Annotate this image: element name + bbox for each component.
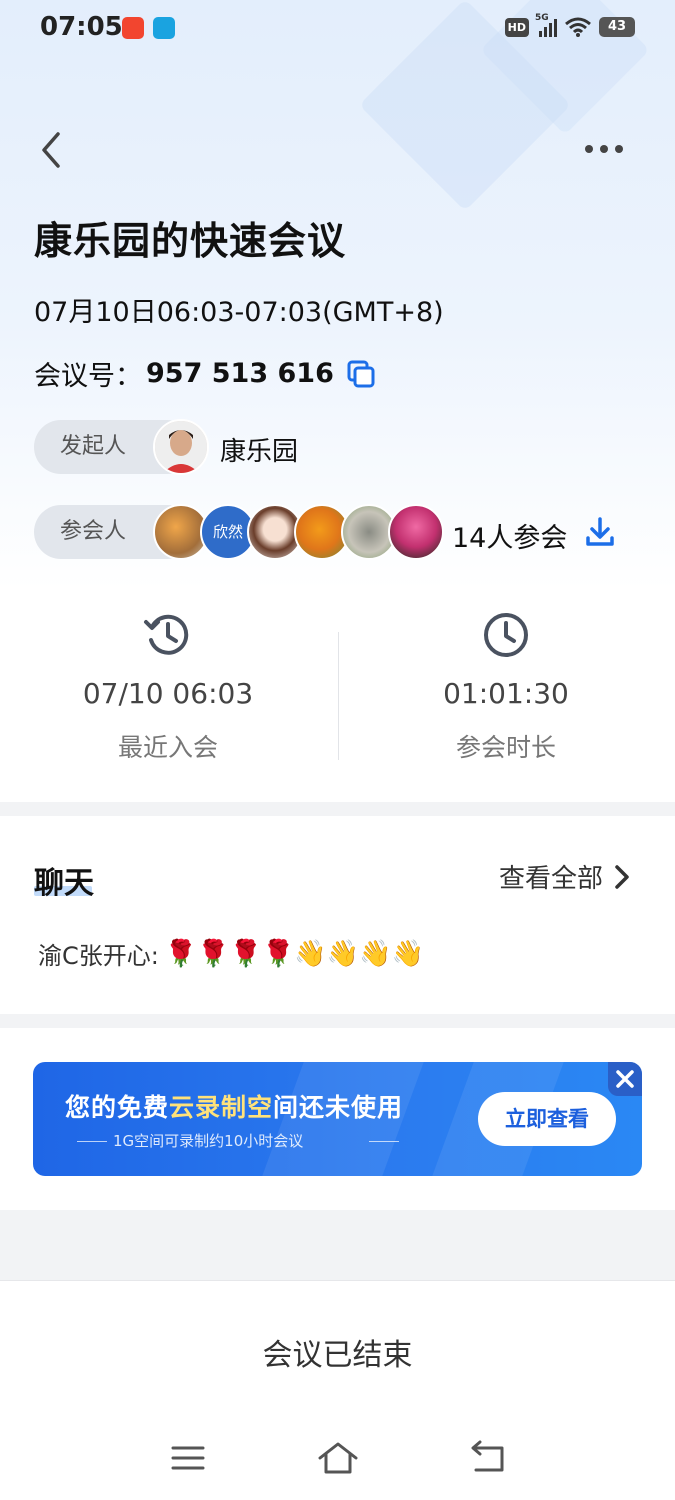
banner-close-button[interactable]: [608, 1062, 642, 1096]
history-clock-icon: [144, 614, 189, 655]
chevron-left-icon[interactable]: [34, 128, 74, 172]
status-time: 07:05: [40, 12, 123, 42]
meeting-ended-text: 会议已结束: [262, 1338, 413, 1373]
cloud-recording-banner[interactable]: 您的免费云录制空间还未使用 1G空间可录制约10小时会议 立即查看: [33, 1062, 642, 1176]
copy-icon[interactable]: [346, 359, 376, 389]
network-label: 5G: [535, 13, 549, 23]
meeting-id-row: 会议号： 957 513 616: [34, 354, 376, 393]
last-join-label: 最近入会: [117, 733, 218, 762]
divider: [0, 802, 675, 816]
avatar: [388, 504, 444, 560]
battery-icon: 43: [599, 17, 635, 37]
download-icon[interactable]: [584, 516, 616, 548]
wifi-icon: [565, 17, 591, 37]
banner-subtitle: 1G空间可录制约10小时会议: [113, 1132, 304, 1150]
divider: [0, 1210, 675, 1280]
system-nav-bar: [0, 1430, 675, 1490]
duration-value: 01:01:30: [443, 677, 569, 710]
avatar[interactable]: [153, 419, 209, 475]
chat-content: 🌹🌹🌹🌹👋👋👋👋: [164, 938, 424, 969]
chat-title: 聊天: [34, 866, 94, 901]
menu-icon[interactable]: [170, 1440, 206, 1476]
host-label: 发起人: [60, 434, 127, 459]
view-all-button[interactable]: 查看全部: [499, 858, 631, 895]
status-bar: 07:05 HD 5G 43: [0, 0, 675, 58]
banner-title-part2: 间还未使用: [273, 1093, 404, 1122]
view-all-label: 查看全部: [498, 864, 603, 894]
last-join-value: 07/10 06:03: [82, 677, 254, 710]
divider: [77, 1141, 107, 1142]
blue-app-icon: [153, 17, 175, 39]
chevron-right-icon: [615, 864, 629, 889]
divider: [0, 1280, 675, 1281]
meeting-id-label: 会议号：: [34, 361, 142, 392]
participants-count[interactable]: 14人参会: [452, 516, 567, 555]
more-dots-icon[interactable]: [582, 136, 626, 162]
divider: [369, 1141, 399, 1142]
host-name: 康乐园: [220, 437, 299, 467]
clock-icon: [484, 613, 528, 657]
last-join-stat: 07/10 06:03 最近入会: [43, 610, 293, 764]
banner-title-part1: 您的免费: [65, 1093, 170, 1122]
divider: [0, 1014, 675, 1028]
hd-badge: HD: [504, 17, 529, 37]
meeting-title: 康乐园的快速会议: [34, 219, 347, 263]
chat-message[interactable]: 渝C张开心: 🌹🌹🌹🌹👋👋👋👋: [38, 936, 424, 971]
duration-label: 参会时长: [455, 733, 556, 762]
meeting-datetime: 07月10日06:03-07:03(GMT+8): [34, 297, 444, 328]
participants-label: 参会人: [60, 519, 127, 544]
meeting-id-value: 957 513 616: [146, 358, 334, 389]
home-icon[interactable]: [317, 1440, 359, 1476]
duration-stat: 01:01:30 参会时长: [381, 610, 631, 764]
view-now-button[interactable]: 立即查看: [478, 1092, 616, 1146]
banner-title-highlight: 云录制空: [169, 1093, 274, 1122]
banner-title: 您的免费云录制空间还未使用: [65, 1088, 403, 1124]
divider: [338, 632, 339, 760]
back-nav-icon[interactable]: [468, 1440, 508, 1476]
close-icon: [616, 1070, 634, 1088]
signal-icon: 5G: [535, 13, 557, 37]
chat-sender: 渝C张开心:: [38, 942, 159, 970]
red-app-icon: [122, 17, 144, 39]
